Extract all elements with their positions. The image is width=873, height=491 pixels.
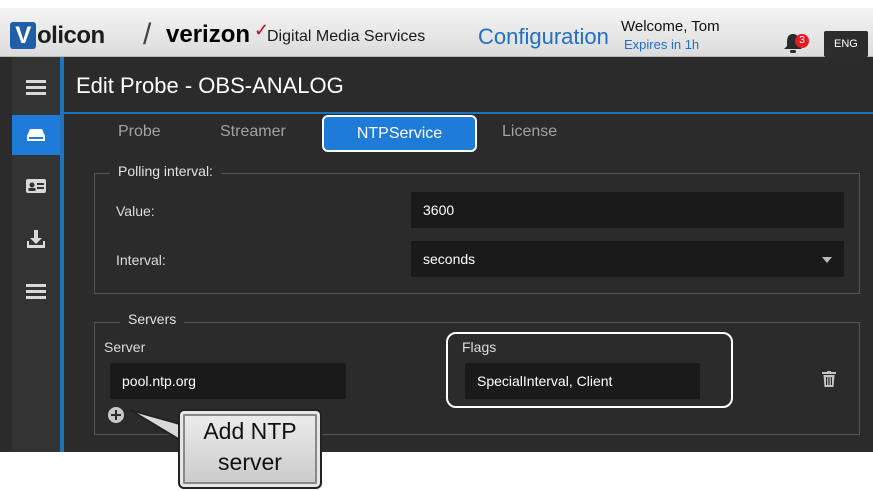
tab-streamer[interactable]: Streamer [220, 123, 286, 141]
session-expires: Expires in 1h [624, 37, 700, 52]
sidebar [12, 57, 60, 452]
verizon-logo: verizon [166, 21, 251, 48]
top-strip [0, 0, 873, 8]
callout-line-2: server [218, 449, 282, 475]
chevron-down-icon [822, 257, 832, 263]
sidebar-item-accounts[interactable] [12, 167, 60, 207]
product-name: Digital Media Services [267, 28, 426, 45]
sidebar-item-probes[interactable] [12, 115, 60, 155]
drive-icon [27, 129, 45, 141]
tab-license[interactable]: License [502, 123, 557, 141]
interval-label: Interval: [116, 252, 166, 268]
page-title: Edit Probe - OBS-ANALOG [76, 73, 344, 98]
tab-ntpservice[interactable]: NTPService [322, 115, 477, 152]
tab-probe[interactable]: Probe [118, 123, 161, 141]
add-server-icon[interactable] [108, 407, 124, 423]
trash-icon[interactable] [822, 371, 836, 387]
welcome-user[interactable]: Welcome, Tom [621, 18, 720, 35]
sidebar-item-list[interactable] [12, 272, 60, 312]
flags-input[interactable]: SpecialInterval, Client [465, 363, 700, 399]
title-divider [64, 112, 873, 114]
language-select[interactable]: ENG [824, 31, 868, 57]
value-label: Value: [116, 203, 155, 219]
main-panel: Edit Probe - OBS-ANALOG Probe Streamer N… [64, 57, 873, 452]
notification-badge: 3 [795, 34, 809, 48]
sidebar-item-downloads[interactable] [12, 219, 60, 259]
servers-legend: Servers [120, 311, 185, 327]
volicon-logo: Volicon [10, 22, 105, 50]
value-input[interactable]: 3600 [411, 192, 844, 228]
header-bar: Volicon / verizon ✓ Digital Media Servic… [0, 8, 873, 57]
download-icon [27, 230, 45, 248]
polling-interval-legend: Polling interval: [110, 163, 221, 179]
section-title: Configuration [478, 24, 609, 49]
app-window: Volicon / verizon ✓ Digital Media Servic… [0, 0, 873, 452]
add-ntp-server-callout: Add NTP server [178, 409, 322, 489]
logo-letter: V [10, 22, 36, 49]
interval-selected-value: seconds [423, 251, 476, 267]
server-column-header: Server [104, 339, 146, 355]
sidebar-item-menu[interactable] [12, 67, 60, 107]
callout-line-1: Add NTP [203, 418, 297, 444]
id-card-icon [26, 179, 46, 193]
interval-select[interactable]: seconds [411, 241, 844, 277]
logo-divider: / [143, 18, 152, 51]
server-input[interactable]: pool.ntp.org [110, 363, 346, 399]
logo-text: olicon [37, 22, 105, 49]
